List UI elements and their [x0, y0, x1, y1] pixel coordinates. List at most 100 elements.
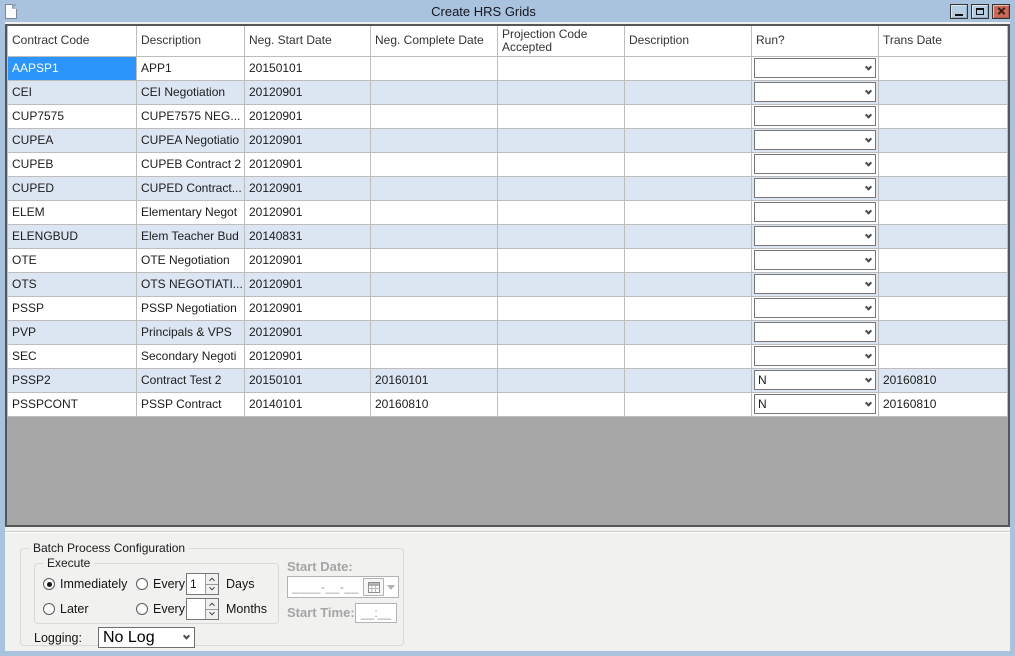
- cell-neg_complete_date[interactable]: [371, 344, 498, 368]
- days-stepper[interactable]: 1: [186, 573, 219, 595]
- cell-projection_code[interactable]: [498, 224, 625, 248]
- cell-description2[interactable]: [625, 176, 752, 200]
- cell-projection_code[interactable]: [498, 392, 625, 416]
- cell-neg_complete_date[interactable]: [371, 272, 498, 296]
- cell-description2[interactable]: [625, 128, 752, 152]
- cell-run[interactable]: [752, 248, 879, 272]
- cell-neg_complete_date[interactable]: [371, 248, 498, 272]
- cell-neg_start_date[interactable]: 20120901: [245, 296, 371, 320]
- cell-neg_complete_date[interactable]: [371, 56, 498, 80]
- cell-contract_code[interactable]: OTS: [8, 272, 137, 296]
- cell-run[interactable]: [752, 272, 879, 296]
- cell-contract_code[interactable]: CUPEA: [8, 128, 137, 152]
- cell-description[interactable]: CEI Negotiation: [137, 80, 245, 104]
- maximize-button[interactable]: [971, 4, 989, 19]
- cell-neg_start_date[interactable]: 20120901: [245, 320, 371, 344]
- cell-run[interactable]: [752, 296, 879, 320]
- cell-trans_date[interactable]: [879, 104, 1008, 128]
- cell-projection_code[interactable]: [498, 56, 625, 80]
- cell-neg_start_date[interactable]: 20120901: [245, 272, 371, 296]
- radio-every-months[interactable]: [136, 603, 148, 615]
- cell-projection_code[interactable]: [498, 152, 625, 176]
- cell-run[interactable]: [752, 344, 879, 368]
- cell-description[interactable]: Principals & VPS: [137, 320, 245, 344]
- cell-contract_code[interactable]: PSSP: [8, 296, 137, 320]
- cell-description[interactable]: CUPEB Contract 2: [137, 152, 245, 176]
- radio-immediately[interactable]: [43, 578, 55, 590]
- cell-run[interactable]: N: [752, 368, 879, 392]
- cell-trans_date[interactable]: 20160810: [879, 392, 1008, 416]
- cell-description2[interactable]: [625, 344, 752, 368]
- run-combobox[interactable]: [754, 154, 876, 174]
- cell-description2[interactable]: [625, 272, 752, 296]
- cell-neg_start_date[interactable]: 20120901: [245, 200, 371, 224]
- cell-trans_date[interactable]: [879, 128, 1008, 152]
- cell-description[interactable]: Secondary Negoti: [137, 344, 245, 368]
- cell-neg_start_date[interactable]: 20120901: [245, 104, 371, 128]
- cell-neg_start_date[interactable]: 20140831: [245, 224, 371, 248]
- close-button[interactable]: [992, 4, 1010, 19]
- cell-description2[interactable]: [625, 224, 752, 248]
- cell-contract_code[interactable]: PVP: [8, 320, 137, 344]
- cell-description[interactable]: OTS NEGOTIATI...: [137, 272, 245, 296]
- cell-trans_date[interactable]: [879, 152, 1008, 176]
- cell-neg_start_date[interactable]: 20120901: [245, 248, 371, 272]
- cell-projection_code[interactable]: [498, 344, 625, 368]
- cell-description[interactable]: PSSP Negotiation: [137, 296, 245, 320]
- cell-trans_date[interactable]: [879, 344, 1008, 368]
- cell-description2[interactable]: [625, 80, 752, 104]
- cell-description2[interactable]: [625, 320, 752, 344]
- cell-run[interactable]: [752, 152, 879, 176]
- cell-contract_code[interactable]: ELENGBUD: [8, 224, 137, 248]
- cell-neg_complete_date[interactable]: [371, 320, 498, 344]
- cell-trans_date[interactable]: [879, 56, 1008, 80]
- cell-neg_complete_date[interactable]: [371, 224, 498, 248]
- cell-neg_complete_date[interactable]: [371, 104, 498, 128]
- cell-description2[interactable]: [625, 248, 752, 272]
- cell-run[interactable]: [752, 128, 879, 152]
- cell-description2[interactable]: [625, 56, 752, 80]
- cell-neg_complete_date[interactable]: [371, 152, 498, 176]
- run-combobox[interactable]: N: [754, 394, 876, 414]
- cell-projection_code[interactable]: [498, 296, 625, 320]
- cell-description[interactable]: Contract Test 2: [137, 368, 245, 392]
- cell-projection_code[interactable]: [498, 368, 625, 392]
- start-time-input[interactable]: __:__: [355, 603, 397, 623]
- cell-contract_code[interactable]: ELEM: [8, 200, 137, 224]
- cell-projection_code[interactable]: [498, 272, 625, 296]
- months-stepper[interactable]: [186, 598, 219, 620]
- cell-neg_complete_date[interactable]: [371, 296, 498, 320]
- cell-neg_start_date[interactable]: 20120901: [245, 176, 371, 200]
- cell-trans_date[interactable]: [879, 320, 1008, 344]
- cell-trans_date[interactable]: [879, 200, 1008, 224]
- run-combobox[interactable]: [754, 202, 876, 222]
- calendar-picker-button[interactable]: [363, 578, 384, 596]
- cell-description[interactable]: PSSP Contract: [137, 392, 245, 416]
- cell-description[interactable]: Elem Teacher Bud: [137, 224, 245, 248]
- run-combobox[interactable]: [754, 58, 876, 78]
- cell-neg_start_date[interactable]: 20120901: [245, 152, 371, 176]
- cell-trans_date[interactable]: 20160810: [879, 368, 1008, 392]
- cell-trans_date[interactable]: [879, 248, 1008, 272]
- start-date-input[interactable]: ____-__-__: [287, 576, 399, 598]
- cell-description[interactable]: CUPE7575 NEG...: [137, 104, 245, 128]
- cell-contract_code[interactable]: CUPED: [8, 176, 137, 200]
- cell-run[interactable]: [752, 80, 879, 104]
- cell-trans_date[interactable]: [879, 224, 1008, 248]
- cell-contract_code[interactable]: AAPSP1: [8, 56, 137, 80]
- days-spin-up-button[interactable]: [206, 574, 218, 585]
- run-combobox[interactable]: [754, 298, 876, 318]
- cell-projection_code[interactable]: [498, 248, 625, 272]
- cell-neg_start_date[interactable]: 20150101: [245, 56, 371, 80]
- cell-contract_code[interactable]: PSSP2: [8, 368, 137, 392]
- run-combobox[interactable]: [754, 322, 876, 342]
- logging-dropdown[interactable]: No Log: [98, 627, 195, 648]
- months-spin-down-button[interactable]: [206, 610, 218, 620]
- cell-contract_code[interactable]: PSSPCONT: [8, 392, 137, 416]
- run-combobox[interactable]: [754, 130, 876, 150]
- cell-description2[interactable]: [625, 368, 752, 392]
- cell-run[interactable]: [752, 320, 879, 344]
- cell-description[interactable]: OTE Negotiation: [137, 248, 245, 272]
- cell-description2[interactable]: [625, 104, 752, 128]
- cell-neg_start_date[interactable]: 20120901: [245, 128, 371, 152]
